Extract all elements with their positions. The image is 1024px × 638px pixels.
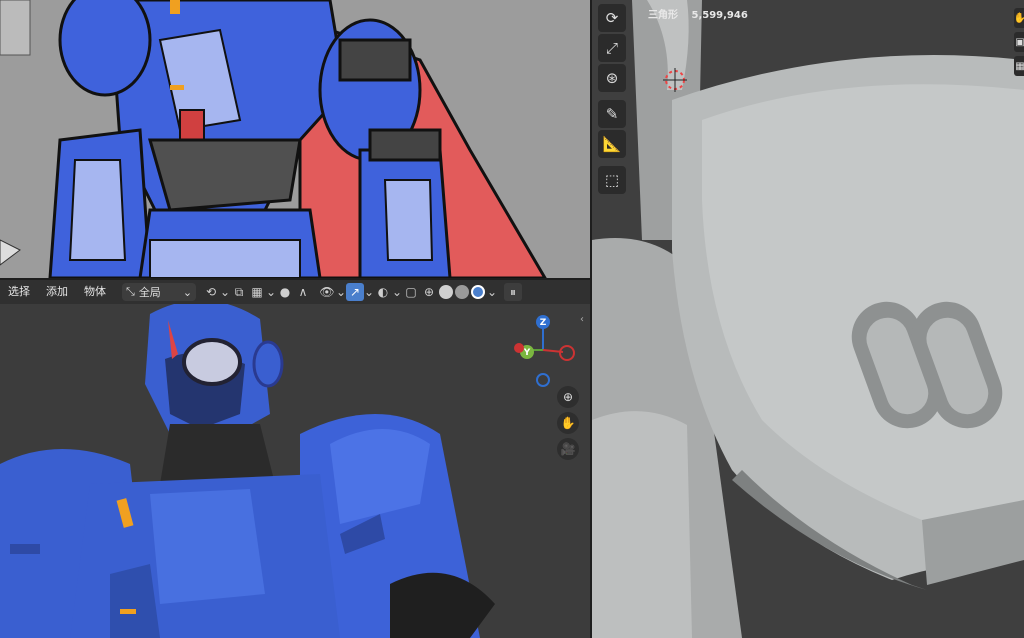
pause-icon[interactable]: ⏸ — [504, 283, 523, 301]
zoom-icon[interactable]: ⊕ — [557, 386, 579, 408]
concept-art — [0, 0, 590, 278]
menu-add[interactable]: 添加 — [38, 280, 76, 304]
chevron-down-icon: ⌄ — [182, 285, 193, 299]
sculpt-mesh — [592, 0, 1024, 638]
visibility-icon[interactable]: 👁 — [318, 283, 336, 301]
shading-material-icon[interactable] — [455, 285, 470, 299]
transform-orientation-dropdown[interactable]: ⤡ 全局 ⌄ — [122, 283, 197, 301]
chevron-down-icon[interactable]: ⌄ — [364, 283, 374, 301]
rotate-icon[interactable]: ⟳ — [598, 4, 626, 32]
reference-image-panel[interactable] — [0, 0, 590, 278]
chevron-down-icon[interactable]: ⌄ — [336, 283, 346, 301]
xray-icon[interactable]: ▢ — [402, 283, 420, 301]
gizmo-toggle-icon[interactable]: ↗ — [346, 283, 365, 301]
viewport-header: 选择 添加 物体 ⤡ 全局 ⌄ ⟲ ⌄ ⧉ ▦ ⌄ ● ∧ 👁 ⌄ ↗ ⌄ ◐ … — [0, 280, 590, 304]
chevron-down-icon[interactable]: ⌄ — [392, 283, 402, 301]
gizmo-edge-icon[interactable]: ✋ — [1014, 8, 1024, 28]
rendered-robot — [0, 304, 590, 638]
menu-select[interactable]: 选择 — [0, 280, 38, 304]
camera-icon[interactable]: 🎥 — [557, 438, 579, 460]
navigation-gizmo[interactable]: Z Y — [505, 310, 585, 390]
menu-object[interactable]: 物体 — [76, 280, 114, 304]
pan-hand-icon[interactable]: ✋ — [557, 412, 579, 434]
sculpt-toolbar: ⟳ ⤢ ⊛ ✎ 📐 ⬚ — [598, 2, 630, 196]
snap-grid-icon[interactable]: ▦ — [248, 283, 266, 301]
shading-rendered-icon[interactable] — [471, 285, 486, 299]
measure-icon[interactable]: 📐 — [598, 130, 626, 158]
chevron-down-icon[interactable]: ⌄ — [220, 283, 230, 301]
gizmo-y-label: Y — [523, 348, 531, 358]
sidebar-toggle-icon[interactable]: ‹ — [580, 314, 584, 325]
proportional-edit-icon[interactable]: ● — [276, 283, 294, 301]
falloff-icon[interactable]: ∧ — [294, 283, 312, 301]
grid-edge-icon[interactable]: ▦ — [1014, 56, 1024, 76]
chevron-down-icon[interactable]: ⌄ — [266, 283, 276, 301]
pivot-icon[interactable]: ⟲ — [202, 283, 220, 301]
gizmo-z-label: Z — [540, 318, 547, 328]
camera-edge-icon[interactable]: ▣ — [1014, 32, 1024, 52]
shading-solid-icon[interactable] — [439, 285, 454, 299]
chevron-down-icon[interactable]: ⌄ — [486, 283, 498, 301]
sculpt-viewport[interactable] — [592, 0, 1024, 638]
overlay-icon[interactable]: ◐ — [374, 283, 392, 301]
triangles-label: 三角形 — [648, 10, 678, 21]
snap-icon[interactable]: ⧉ — [230, 283, 248, 301]
blender-window: 选择 添加 物体 ⤡ 全局 ⌄ ⟲ ⌄ ⧉ ▦ ⌄ ● ∧ 👁 ⌄ ↗ ⌄ ◐ … — [0, 0, 1024, 638]
transform-icon[interactable]: ⊛ — [598, 64, 626, 92]
scale-icon[interactable]: ⤢ — [598, 34, 626, 62]
add-cube-icon[interactable]: ⬚ — [598, 166, 626, 194]
orientation-icon: ⤡ — [126, 285, 135, 298]
annotate-icon[interactable]: ✎ — [598, 100, 626, 128]
triangles-value: 5,599,946 — [691, 10, 748, 21]
shading-wireframe-icon[interactable]: ⊕ — [420, 283, 438, 301]
orientation-label: 全局 — [138, 286, 161, 299]
3d-viewport-render[interactable]: Z Y ⊕ ✋ 🎥 ‹ — [0, 304, 590, 638]
scene-statistics: 三角形 5,599,946 — [648, 6, 758, 21]
